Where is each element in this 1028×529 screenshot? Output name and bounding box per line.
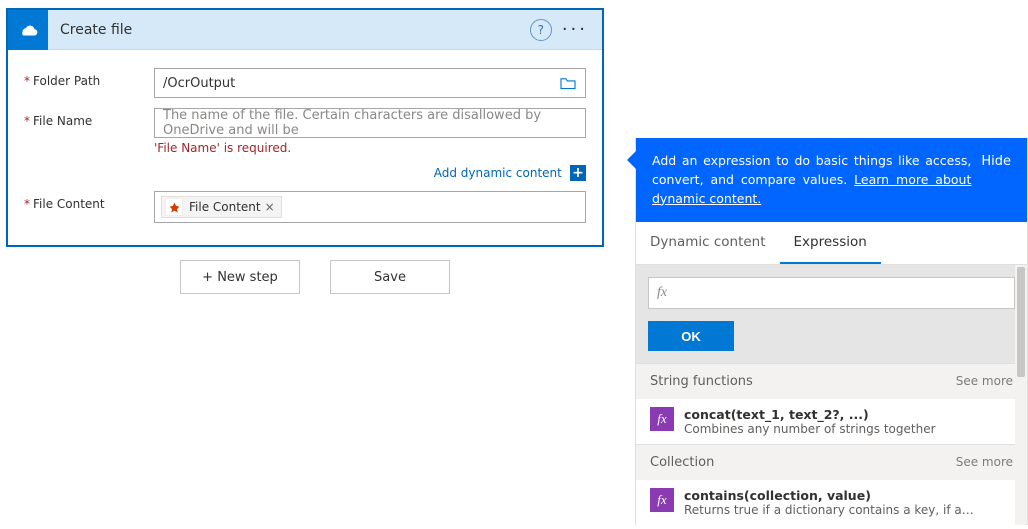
file-content-token[interactable]: File Content ×: [161, 196, 282, 218]
expression-panel: Add an expression to do basic things lik…: [635, 138, 1028, 525]
more-icon[interactable]: ···: [562, 21, 588, 39]
hide-panel-button[interactable]: Hide: [981, 152, 1011, 208]
tab-expression[interactable]: Expression: [780, 222, 881, 264]
card-body: *Folder Path /OcrOutput *File Name The n…: [8, 50, 602, 245]
panel-header: Add an expression to do basic things lik…: [636, 138, 1027, 222]
file-name-error: 'File Name' is required.: [154, 141, 586, 155]
onedrive-icon: [8, 10, 48, 50]
panel-callout-arrow: [627, 150, 637, 170]
folder-path-input[interactable]: /OcrOutput: [154, 68, 586, 98]
card-header[interactable]: Create file ? ···: [8, 10, 602, 50]
group-title-string: String functions: [650, 374, 956, 389]
file-content-input[interactable]: File Content ×: [154, 191, 586, 223]
add-dynamic-content-link[interactable]: Add dynamic content: [434, 166, 562, 180]
folder-path-label: Folder Path: [33, 74, 100, 88]
token-remove-icon[interactable]: ×: [265, 200, 275, 214]
create-file-card: Create file ? ··· *Folder Path /OcrOutpu…: [6, 8, 604, 247]
see-more-collection[interactable]: See more: [956, 455, 1013, 470]
folder-picker-icon[interactable]: [559, 76, 577, 90]
fx-icon: fx: [657, 285, 667, 301]
help-icon[interactable]: ?: [530, 19, 552, 41]
ok-button[interactable]: OK: [648, 321, 734, 351]
scrollbar-thumb[interactable]: [1017, 267, 1025, 377]
required-star: *: [24, 74, 30, 88]
add-dynamic-content-plus-icon[interactable]: +: [570, 165, 586, 181]
function-concat[interactable]: fx concat(text_1, text_2?, ...) Combines…: [636, 399, 1027, 444]
see-more-string[interactable]: See more: [956, 374, 1013, 389]
file-content-label: File Content: [33, 197, 105, 211]
function-contains[interactable]: fx contains(collection, value) Returns t…: [636, 480, 1027, 525]
required-star: *: [24, 197, 30, 211]
new-step-button[interactable]: + New step: [180, 260, 300, 294]
expression-input[interactable]: fx: [648, 277, 1015, 309]
file-name-input[interactable]: The name of the file. Certain characters…: [154, 108, 586, 138]
panel-scrollbar[interactable]: [1015, 265, 1027, 525]
save-button[interactable]: Save: [330, 260, 450, 294]
token-label: File Content: [189, 200, 261, 214]
group-title-collection: Collection: [650, 455, 956, 470]
file-name-label: File Name: [33, 114, 92, 128]
card-title: Create file: [48, 22, 530, 38]
api-token-icon: [165, 198, 183, 216]
tab-dynamic-content[interactable]: Dynamic content: [636, 222, 780, 264]
function-icon: fx: [650, 407, 674, 431]
required-star: *: [24, 114, 30, 128]
function-icon: fx: [650, 488, 674, 512]
